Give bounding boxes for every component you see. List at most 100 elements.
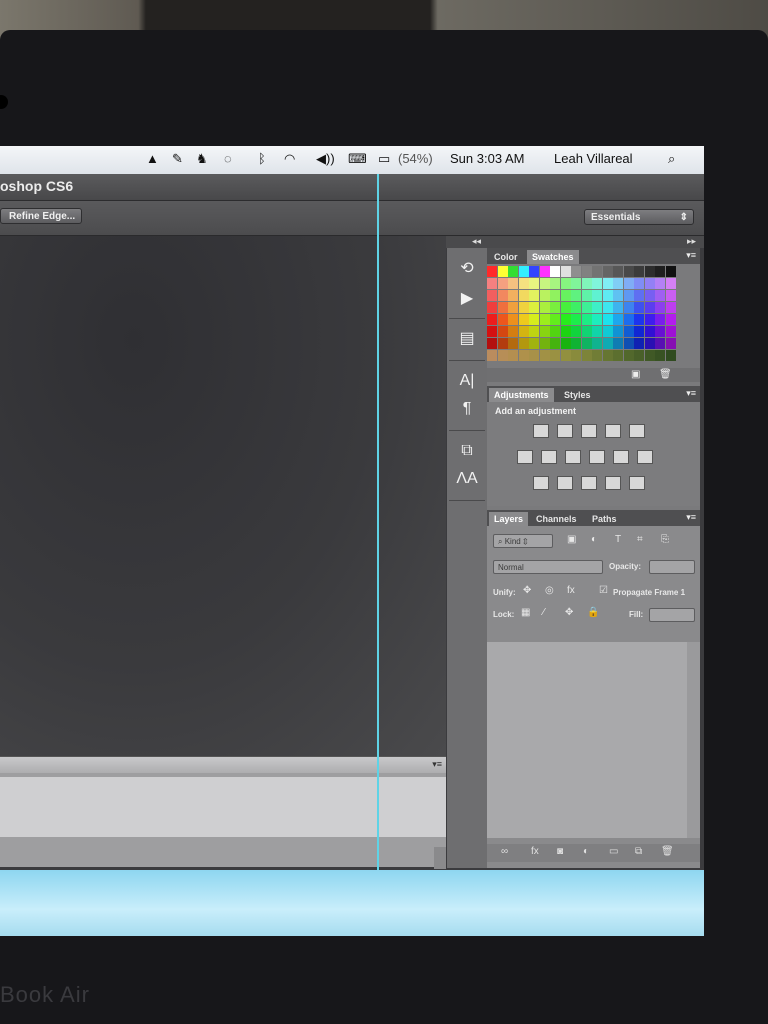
exposure-icon[interactable] (605, 424, 621, 438)
swatch[interactable] (592, 314, 602, 325)
character-styles-icon[interactable]: ɅA (453, 466, 481, 492)
hue-saturation-icon[interactable] (517, 450, 533, 464)
swatch[interactable] (508, 350, 518, 361)
swatch[interactable] (623, 326, 634, 337)
collapse-left-icon[interactable]: ◂◂ (472, 236, 481, 247)
lock-transparency-icon[interactable]: ▦ (521, 607, 530, 618)
swatch[interactable] (581, 350, 592, 361)
filter-adjustment-icon[interactable]: ◐ (591, 534, 597, 545)
battery-icon[interactable]: ▭ (378, 151, 390, 167)
swatch[interactable] (539, 290, 550, 301)
guide-line[interactable] (377, 174, 379, 874)
swatch[interactable] (508, 266, 518, 277)
lock-all-icon[interactable]: 🔒 (587, 607, 599, 618)
opacity-field[interactable] (649, 560, 695, 574)
tab-channels[interactable]: Channels (531, 512, 582, 526)
swatch[interactable] (497, 338, 508, 349)
swatch[interactable] (560, 338, 571, 349)
swatch[interactable] (592, 278, 602, 289)
swatch[interactable] (571, 350, 581, 361)
swatch[interactable] (518, 290, 529, 301)
swatch[interactable] (571, 266, 581, 277)
timeline-area[interactable] (0, 777, 446, 837)
swatch[interactable] (623, 302, 634, 313)
swatch[interactable] (529, 278, 539, 289)
swatch[interactable] (529, 350, 539, 361)
swatch[interactable] (655, 302, 665, 313)
swatch[interactable] (529, 314, 539, 325)
panel-menu-icon[interactable]: ▾≡ (432, 759, 442, 770)
tab-adjustments[interactable]: Adjustments (489, 388, 554, 402)
refine-edge-button[interactable]: Refine Edge... (0, 208, 82, 224)
swatch[interactable] (497, 314, 508, 325)
layers-scrollbar[interactable] (687, 642, 700, 838)
workspace-select[interactable]: Essentials ⇕ (584, 209, 694, 225)
unify-style-icon[interactable]: fx (567, 585, 575, 596)
timeline-tab-bar[interactable]: ▾≡ (0, 757, 446, 773)
swatch[interactable] (497, 302, 508, 313)
swatch[interactable] (550, 314, 560, 325)
swatch[interactable] (487, 278, 497, 289)
swatch[interactable] (571, 314, 581, 325)
swatch[interactable] (571, 290, 581, 301)
swatch[interactable] (581, 266, 592, 277)
delete-layer-icon[interactable]: 🗑 (661, 846, 674, 857)
swatch[interactable] (623, 338, 634, 349)
swatch[interactable] (529, 266, 539, 277)
document-canvas[interactable] (0, 236, 446, 756)
swatch[interactable] (497, 350, 508, 361)
swatch[interactable] (539, 302, 550, 313)
swatch[interactable] (508, 326, 518, 337)
swatch[interactable] (634, 326, 644, 337)
swatch[interactable] (571, 302, 581, 313)
channel-mixer-icon[interactable] (613, 450, 629, 464)
swatch[interactable] (518, 278, 529, 289)
swatch[interactable] (665, 338, 676, 349)
swatch[interactable] (560, 326, 571, 337)
notes-icon[interactable]: ✎ (172, 151, 183, 167)
bluetooth-icon[interactable]: ᛒ (258, 151, 266, 166)
swatch[interactable] (550, 290, 560, 301)
swatch[interactable] (644, 338, 655, 349)
swatch[interactable] (560, 302, 571, 313)
panel-menu-icon[interactable]: ▾≡ (686, 512, 696, 523)
paragraph-icon[interactable]: ¶ (453, 396, 481, 422)
filter-shape-icon[interactable]: ⌗ (637, 534, 643, 545)
swatch[interactable] (623, 266, 634, 277)
color-lookup-icon[interactable] (637, 450, 653, 464)
black-white-icon[interactable] (565, 450, 581, 464)
swatch[interactable] (550, 338, 560, 349)
swatch[interactable] (655, 338, 665, 349)
trash-icon[interactable]: 🗑 (659, 369, 672, 380)
swatch[interactable] (560, 278, 571, 289)
swatch[interactable] (665, 266, 676, 277)
filter-type-icon[interactable]: T (615, 534, 621, 545)
swatch[interactable] (602, 326, 613, 337)
swatch[interactable] (529, 338, 539, 349)
swatch[interactable] (581, 278, 592, 289)
swatch[interactable] (581, 326, 592, 337)
swatch[interactable] (634, 278, 644, 289)
wifi-icon[interactable]: ◠ (284, 151, 295, 167)
layer-mask-icon[interactable]: ◙ (557, 846, 563, 857)
swatch[interactable] (539, 350, 550, 361)
swatch[interactable] (602, 290, 613, 301)
panel-menu-icon[interactable]: ▾≡ (686, 250, 696, 261)
swatch[interactable] (518, 350, 529, 361)
collapse-right-icon[interactable]: ▸▸ (687, 236, 696, 247)
swatch[interactable] (613, 266, 623, 277)
swatch[interactable] (508, 338, 518, 349)
swatch[interactable] (602, 278, 613, 289)
swatch[interactable] (560, 314, 571, 325)
photo-filter-icon[interactable] (589, 450, 605, 464)
spotlight-search-icon[interactable]: ⌕ (668, 151, 675, 167)
swatch[interactable] (665, 278, 676, 289)
swatch[interactable] (634, 314, 644, 325)
swatch[interactable] (518, 326, 529, 337)
swatch[interactable] (508, 290, 518, 301)
input-menu-icon[interactable]: ⌨ (348, 151, 367, 167)
panel-menu-icon[interactable]: ▾≡ (686, 388, 696, 399)
swatch[interactable] (539, 278, 550, 289)
swatch[interactable] (634, 350, 644, 361)
swatch[interactable] (655, 290, 665, 301)
